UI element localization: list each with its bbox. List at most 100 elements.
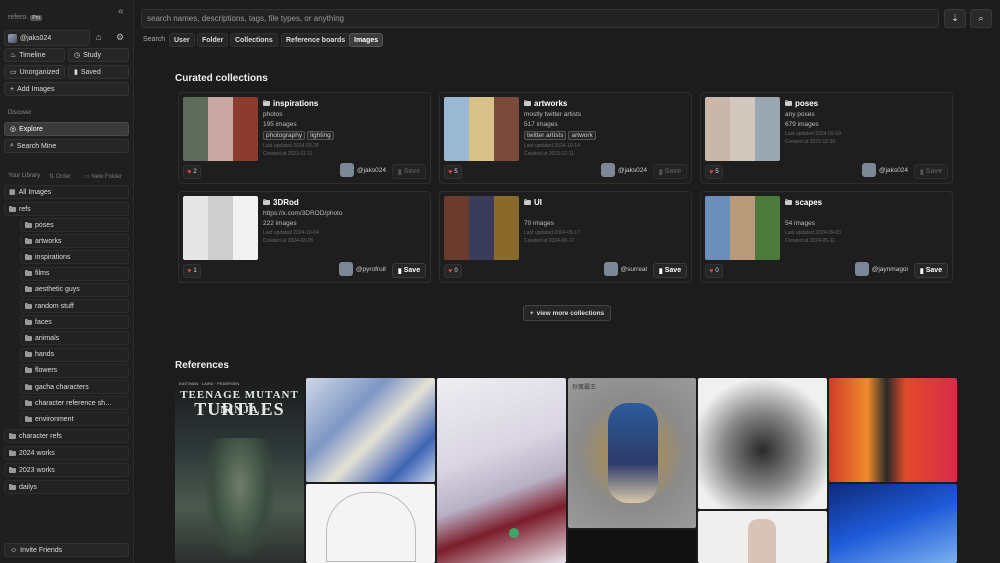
subfolder-item[interactable]: poses: [20, 218, 129, 232]
reference-image-couple[interactable]: [437, 378, 566, 563]
search-input[interactable]: search names, descriptions, tags, file t…: [141, 9, 939, 28]
filter-chip[interactable]: Images: [349, 33, 384, 47]
save-button[interactable]: ▮ Save: [653, 263, 687, 278]
subfolder-label: aesthetic guys: [35, 286, 80, 294]
collection-owner[interactable]: @jaks024: [861, 163, 908, 177]
collection-card[interactable]: 3DRod https://x.com/3DROD/photo 222 imag…: [178, 191, 431, 283]
collection-tag[interactable]: artwork: [568, 131, 596, 140]
save-button[interactable]: ▮ Save: [392, 263, 426, 278]
reference-image-tmnt[interactable]: EASTMAN · LAIRD · PEDERSEN TEENAGE MUTAN…: [175, 378, 304, 563]
avatar: [8, 33, 17, 43]
like-button[interactable]: ♥ 1: [183, 264, 201, 278]
subfolder-item[interactable]: character reference sh…: [20, 396, 129, 411]
subfolder-item[interactable]: aesthetic guys: [20, 282, 129, 297]
nav-saved[interactable]: ▮ Saved: [68, 65, 129, 79]
collection-card[interactable]: UI 70 images Last updated 2024-09-17 Cre…: [439, 191, 692, 283]
folder-item[interactable]: dailys: [4, 480, 129, 494]
search-icon[interactable]: ⌕: [970, 9, 992, 28]
collection-card[interactable]: scapes 54 images Last updated 2024-09-03…: [700, 191, 953, 283]
subfolder-item[interactable]: artworks: [20, 234, 129, 249]
folder-item[interactable]: character refs: [4, 429, 129, 443]
reference-image-reaper[interactable]: [698, 378, 827, 509]
reference-image-sketch[interactable]: [306, 484, 435, 563]
nav-search-mine[interactable]: ⌕ Search Mine: [4, 139, 129, 153]
subfolder-item[interactable]: flowers: [20, 363, 129, 378]
nav-timeline[interactable]: ♨ Timeline: [4, 48, 65, 62]
collection-owner[interactable]: @jaynmagoi: [854, 262, 908, 276]
collection-tag[interactable]: lighting: [307, 131, 334, 140]
subfolder-item[interactable]: hands: [20, 347, 129, 362]
bookmark-icon: ▮: [658, 168, 663, 176]
filter-chip[interactable]: Reference boards: [281, 33, 351, 47]
collection-title: poses: [785, 99, 818, 108]
collection-updated: Last updated 2024-09-17: [524, 230, 580, 236]
collection-title: UI: [524, 198, 542, 207]
gear-icon[interactable]: ⚙: [116, 32, 124, 43]
all-images[interactable]: ▦ All Images: [4, 185, 129, 199]
save-button[interactable]: ▮ Save: [653, 164, 687, 179]
home-icon[interactable]: ⌂: [96, 32, 101, 42]
collection-owner[interactable]: @jaks024: [339, 163, 386, 177]
subfolder-item[interactable]: random stuff: [20, 299, 129, 313]
like-button[interactable]: ♥ 5: [444, 165, 462, 179]
collection-card[interactable]: poses any poses 679 images Last updated …: [700, 92, 953, 184]
add-images-button[interactable]: + Add Images: [4, 82, 129, 96]
new-folder-button[interactable]: ▭ New Folder: [84, 173, 122, 180]
collection-card[interactable]: inspirations photos 195 images photograp…: [178, 92, 431, 184]
folder-item[interactable]: 2023 works: [4, 463, 129, 477]
subfolder-item[interactable]: inspirations: [20, 250, 129, 265]
collection-owner[interactable]: @surreal: [603, 262, 647, 276]
reference-image-bunny[interactable]: [698, 511, 827, 563]
heart-icon: ♥: [709, 168, 714, 176]
save-button[interactable]: ▮ Save: [914, 164, 948, 179]
like-button[interactable]: ♥ 0: [444, 264, 462, 278]
collection-thumbnails: [705, 97, 780, 161]
filter-chip[interactable]: Folder: [197, 33, 229, 47]
view-more-collections-button[interactable]: + view more collections: [523, 305, 611, 321]
collection-thumbnail: [705, 196, 730, 260]
reference-image-dark[interactable]: [568, 530, 696, 563]
collection-thumbnails: [444, 97, 519, 161]
nav-timeline-label: Timeline: [19, 51, 46, 59]
subfolder-item[interactable]: films: [20, 266, 129, 281]
clock-icon: ◷: [74, 52, 81, 59]
avatar: [854, 262, 869, 276]
reference-image-blue-portrait[interactable]: [306, 378, 435, 482]
reference-image-blue-anime[interactable]: [829, 484, 957, 563]
subfolder-item[interactable]: gacha characters: [20, 380, 129, 394]
collection-card[interactable]: artworks mostly twitter artists 517 imag…: [439, 92, 692, 184]
save-button[interactable]: ▮ Save: [392, 164, 426, 179]
collection-title: inspirations: [263, 99, 318, 108]
nav-unorganized[interactable]: ▭ Unorganized: [4, 65, 65, 79]
collection-tag[interactable]: photography: [263, 131, 306, 140]
like-button[interactable]: ♥ 0: [705, 264, 723, 278]
nav-explore[interactable]: ◎ Explore: [4, 122, 129, 136]
subfolder-label: environment: [35, 415, 74, 423]
folder-refs[interactable]: refs: [4, 202, 129, 216]
nav-study[interactable]: ◷ Study: [68, 48, 129, 62]
invite-friends-button[interactable]: ☺ Invite Friends: [4, 543, 129, 557]
avatar: [861, 163, 876, 177]
order-button[interactable]: ⇅ Order: [49, 173, 71, 180]
folder-icon: [9, 483, 16, 490]
like-button[interactable]: ♥ 5: [705, 165, 723, 179]
reference-image-chibi[interactable]: 孙策霸王: [568, 378, 696, 528]
filter-chip[interactable]: User: [169, 33, 195, 47]
like-button[interactable]: ♥ 2: [183, 165, 201, 179]
save-button[interactable]: ▮ Save: [914, 263, 948, 278]
folder-icon: [785, 199, 792, 205]
collection-created: Created at 2023-12-30: [785, 139, 836, 145]
user-switcher[interactable]: @jaks024: [4, 30, 90, 46]
subfolder-item[interactable]: environment: [20, 412, 129, 427]
subfolder-item[interactable]: faces: [20, 315, 129, 330]
collection-owner[interactable]: @jaks024: [600, 163, 647, 177]
bookmark-icon: ▮: [397, 267, 402, 275]
subfolder-item[interactable]: animals: [20, 331, 129, 346]
reference-image-red-abstract[interactable]: [829, 378, 957, 482]
collapse-sidebar-icon[interactable]: «: [118, 6, 124, 17]
folder-item[interactable]: 2024 works: [4, 446, 129, 460]
filter-icon[interactable]: ⇣: [944, 9, 966, 28]
collection-tag[interactable]: twitter artists: [524, 131, 567, 140]
filter-chip[interactable]: Collections: [230, 33, 278, 47]
collection-owner[interactable]: @pyrofruit: [338, 262, 386, 276]
